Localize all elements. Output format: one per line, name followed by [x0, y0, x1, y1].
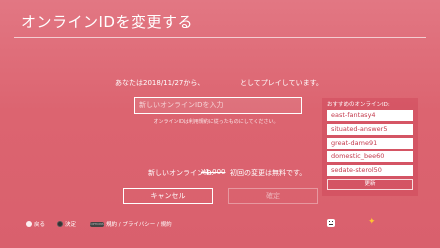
suggestion-item[interactable]: east-fantasy4 [327, 110, 413, 121]
footer-confirm: 決定 [57, 220, 76, 228]
star-icon[interactable]: ✦ [368, 217, 376, 227]
footer-confirm-label: 決定 [65, 222, 77, 228]
suggestion-item[interactable]: situated-answer5 [327, 124, 413, 135]
new-id-input[interactable]: 新しいオンラインIDを入力 [134, 97, 302, 114]
emoji-icon[interactable] [327, 219, 335, 227]
page-title: オンラインIDを変更する [21, 13, 193, 31]
title-bar: オンラインIDを変更する [0, 0, 440, 38]
circle-button-icon [26, 221, 32, 227]
old-price: ¥1,000 [201, 168, 226, 176]
refresh-button[interactable]: 更新 [327, 179, 413, 190]
confirm-button[interactable]: 確定 [228, 188, 318, 204]
suggestions-title: おすすめのオンラインID: [327, 102, 390, 108]
suggestion-item[interactable]: domestic_bee60 [327, 151, 413, 162]
options-button-icon: OPTIONS [90, 221, 104, 227]
price-info: 新しいオンラインID: ¥1,000 初回の変更は無料です。 [0, 168, 440, 180]
free-note: 初回の変更は無料です。 [230, 169, 307, 177]
cross-button-icon [57, 221, 63, 227]
id-hint-text: オンラインIDは利用規約に従ったものにしてください。 [153, 119, 279, 125]
since-prefix: あなたは2018/11/27から、 [115, 79, 205, 87]
cancel-button[interactable]: キャンセル [123, 188, 213, 204]
footer-back-label: 戻る [34, 222, 46, 228]
current-id-info: あなたは2018/11/27から、 としてプレイしています。 [0, 78, 440, 90]
footer-back: 戻る [26, 220, 45, 228]
title-divider [14, 37, 426, 38]
since-suffix: としてプレイしています。 [240, 79, 323, 87]
suggestions-panel: おすすめのオンラインID: east-fantasy4 situated-ans… [322, 98, 418, 196]
footer-terms-label: 規約 / プライバシー / 規約 [106, 222, 172, 228]
footer-options: OPTIONS 規約 / プライバシー / 規約 [90, 220, 172, 228]
suggestion-item[interactable]: great-dame91 [327, 138, 413, 149]
